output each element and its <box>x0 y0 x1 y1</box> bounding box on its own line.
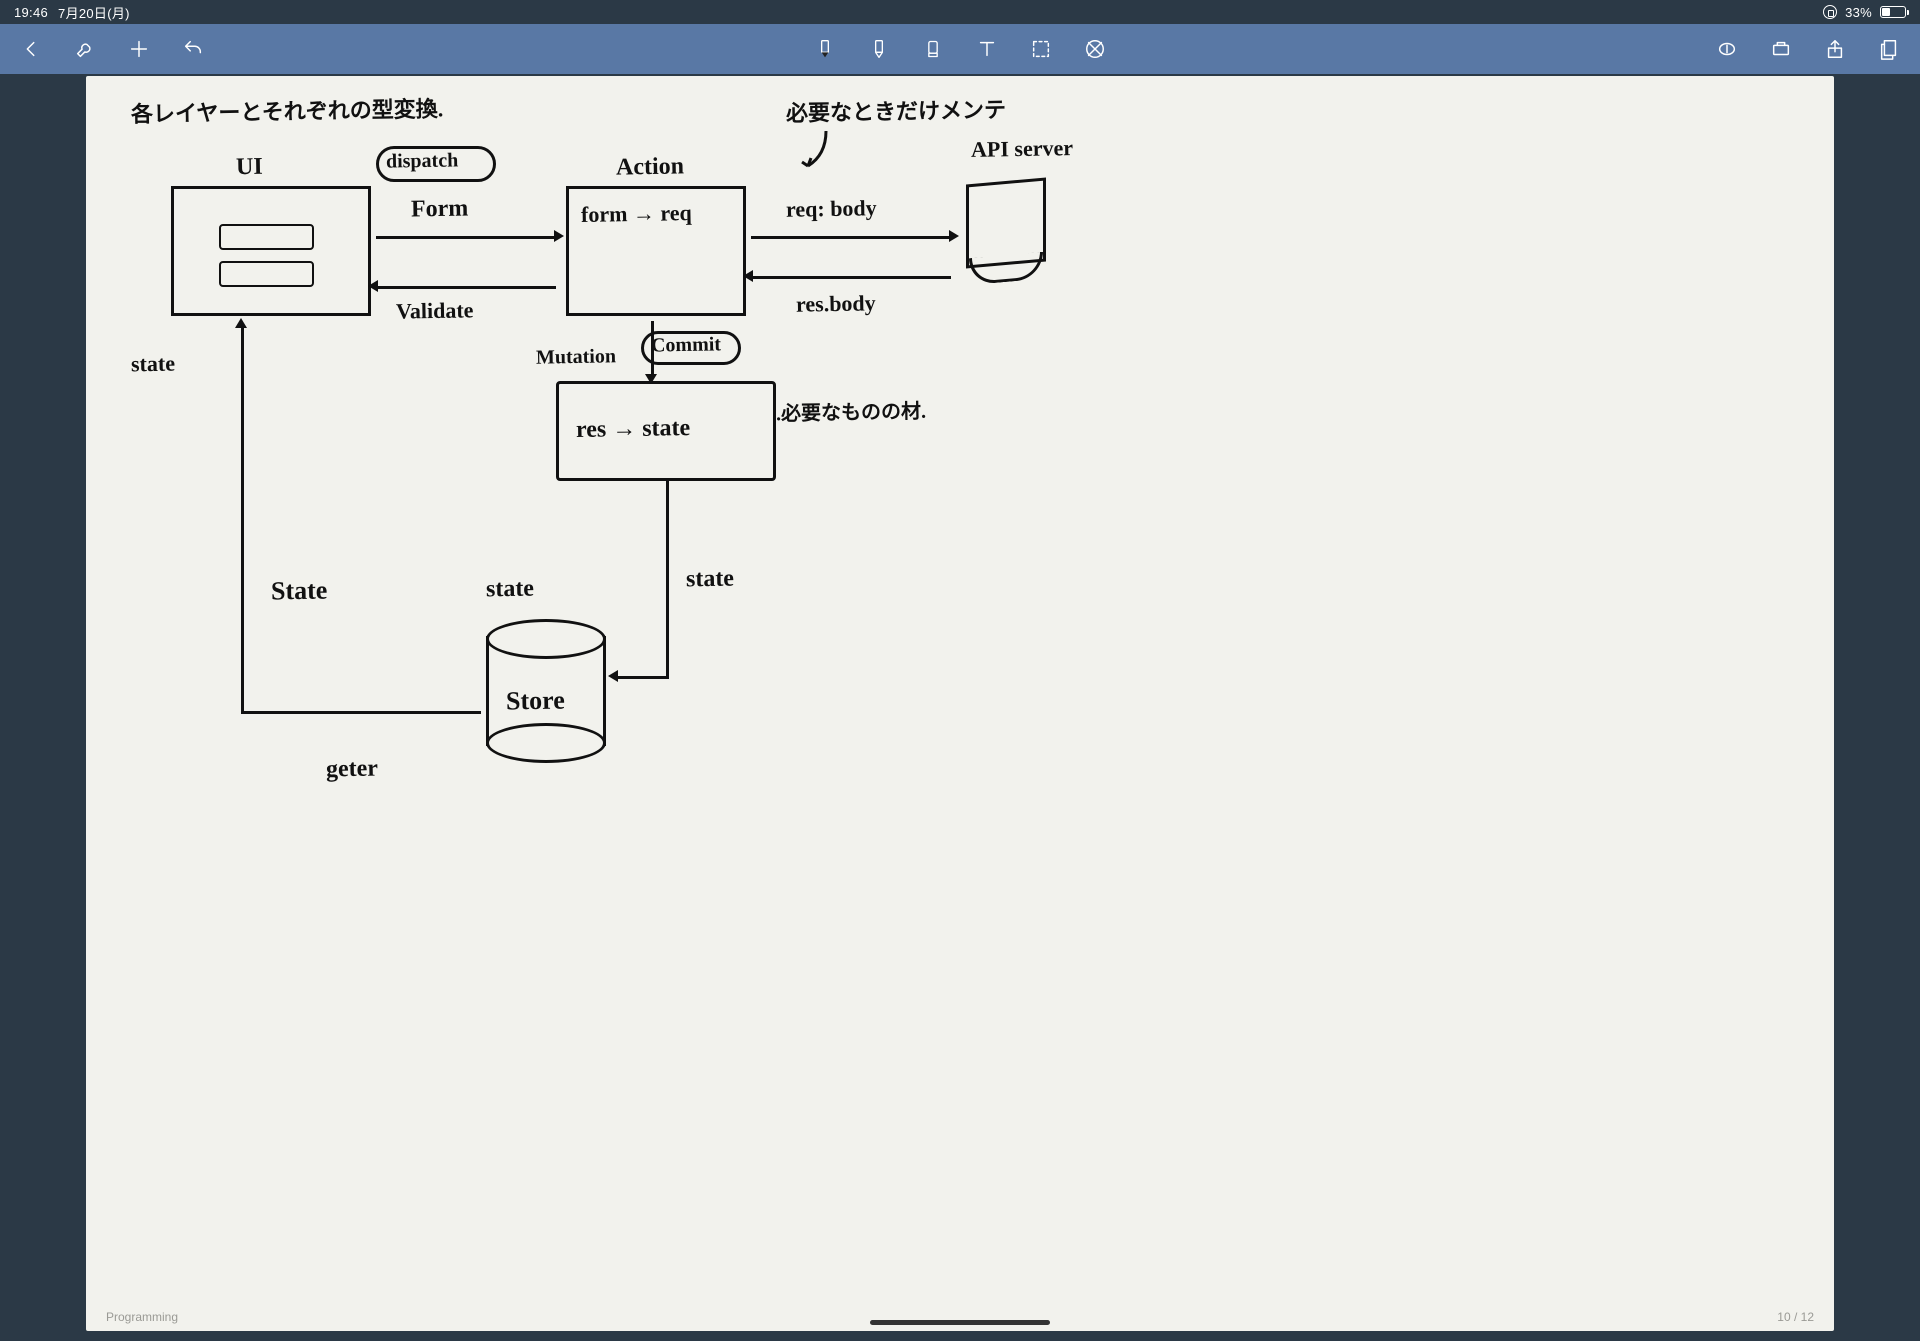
undo-button[interactable] <box>180 36 206 62</box>
api-server-shape <box>966 178 1046 269</box>
wrench-icon[interactable] <box>72 36 98 62</box>
arrow-action-to-mutation <box>651 321 654 376</box>
sketch-layer: 各レイヤーとそれぞれの型変換. 必要なときだけメンテ .必要なものの材. UI … <box>86 76 1834 1331</box>
state-near-store-label: state <box>486 576 534 604</box>
shape-assist-icon[interactable] <box>1082 36 1108 62</box>
ui-label: UI <box>236 154 263 181</box>
drawing-stage: 各レイヤーとそれぞれの型変換. 必要なときだけメンテ .必要なものの材. UI … <box>0 74 1920 1341</box>
validate-label: Validate <box>396 297 474 324</box>
lasso-tool-icon[interactable] <box>1028 36 1054 62</box>
arrow-ui-to-action <box>376 236 556 239</box>
status-date: 7月20日(月) <box>58 3 130 22</box>
note-top-right: 必要なときだけメンテ <box>786 92 1007 128</box>
text-tool-icon[interactable] <box>974 36 1000 62</box>
getter-label: geter <box>326 756 378 784</box>
state-right-label: state <box>686 566 734 594</box>
commit-label: Commit <box>651 333 721 357</box>
arrowhead-icon <box>743 270 753 282</box>
api-server-label: API server <box>971 135 1073 163</box>
action-body-label: form → req <box>581 200 692 228</box>
note-mid-right: .必要なものの材. <box>776 395 926 427</box>
home-indicator <box>870 1320 1050 1325</box>
pages-icon[interactable] <box>1876 36 1902 62</box>
arrowhead-icon <box>608 670 618 682</box>
pen-tool-icon[interactable] <box>812 36 838 62</box>
arrow-action-to-ui <box>376 286 556 289</box>
app-toolbar <box>0 24 1920 74</box>
share-icon[interactable] <box>1822 36 1848 62</box>
ios-status-bar: 19:46 7月20日(月) 33% <box>0 0 1920 24</box>
hook-arrow-icon <box>796 126 836 176</box>
add-button[interactable] <box>126 36 152 62</box>
arrow-action-to-api <box>751 236 951 239</box>
mutation-body-label: res → state <box>576 415 691 444</box>
eraser-tool-icon[interactable] <box>920 36 946 62</box>
action-label: Action <box>616 153 684 181</box>
store-label: Store <box>506 685 565 716</box>
arrow-store-to-ui-v <box>241 326 244 714</box>
arrow-store-to-ui-h <box>241 711 481 714</box>
state-left-label: state <box>131 351 175 378</box>
insert-space-icon[interactable] <box>1768 36 1794 62</box>
arrowhead-icon <box>949 230 959 242</box>
insert-cutout-icon[interactable] <box>1714 36 1740 62</box>
arrow-api-to-action <box>751 276 951 279</box>
dispatch-label: dispatch <box>386 149 459 173</box>
form-label: Form <box>411 196 469 224</box>
arrowhead-icon <box>554 230 564 242</box>
arrowhead-icon <box>235 318 247 328</box>
notebook-name: Programming <box>106 1310 178 1324</box>
ui-box <box>171 186 371 316</box>
page-footer: Programming 10 / 12 <box>86 1303 1834 1331</box>
back-button[interactable] <box>18 36 44 62</box>
highlighter-tool-icon[interactable] <box>866 36 892 62</box>
state-arrow-mid-label: State <box>271 576 328 607</box>
arrow-mutation-to-store-h <box>616 676 669 679</box>
status-time: 19:46 <box>14 5 48 20</box>
battery-icon <box>1880 6 1906 18</box>
rotation-lock-icon <box>1823 5 1837 19</box>
arrow-mutation-to-store <box>666 481 669 676</box>
mutation-label: Mutation <box>536 345 616 369</box>
page-indicator: 10 / 12 <box>1777 1310 1814 1324</box>
diagram-title: 各レイヤーとそれぞれの型変換. <box>131 91 444 128</box>
arrowhead-icon <box>368 280 378 292</box>
note-page[interactable]: 各レイヤーとそれぞれの型変換. 必要なときだけメンテ .必要なものの材. UI … <box>86 76 1834 1331</box>
res-body-label: res.body <box>796 290 876 317</box>
battery-percent: 33% <box>1845 5 1872 20</box>
req-body-label: req: body <box>786 195 877 223</box>
